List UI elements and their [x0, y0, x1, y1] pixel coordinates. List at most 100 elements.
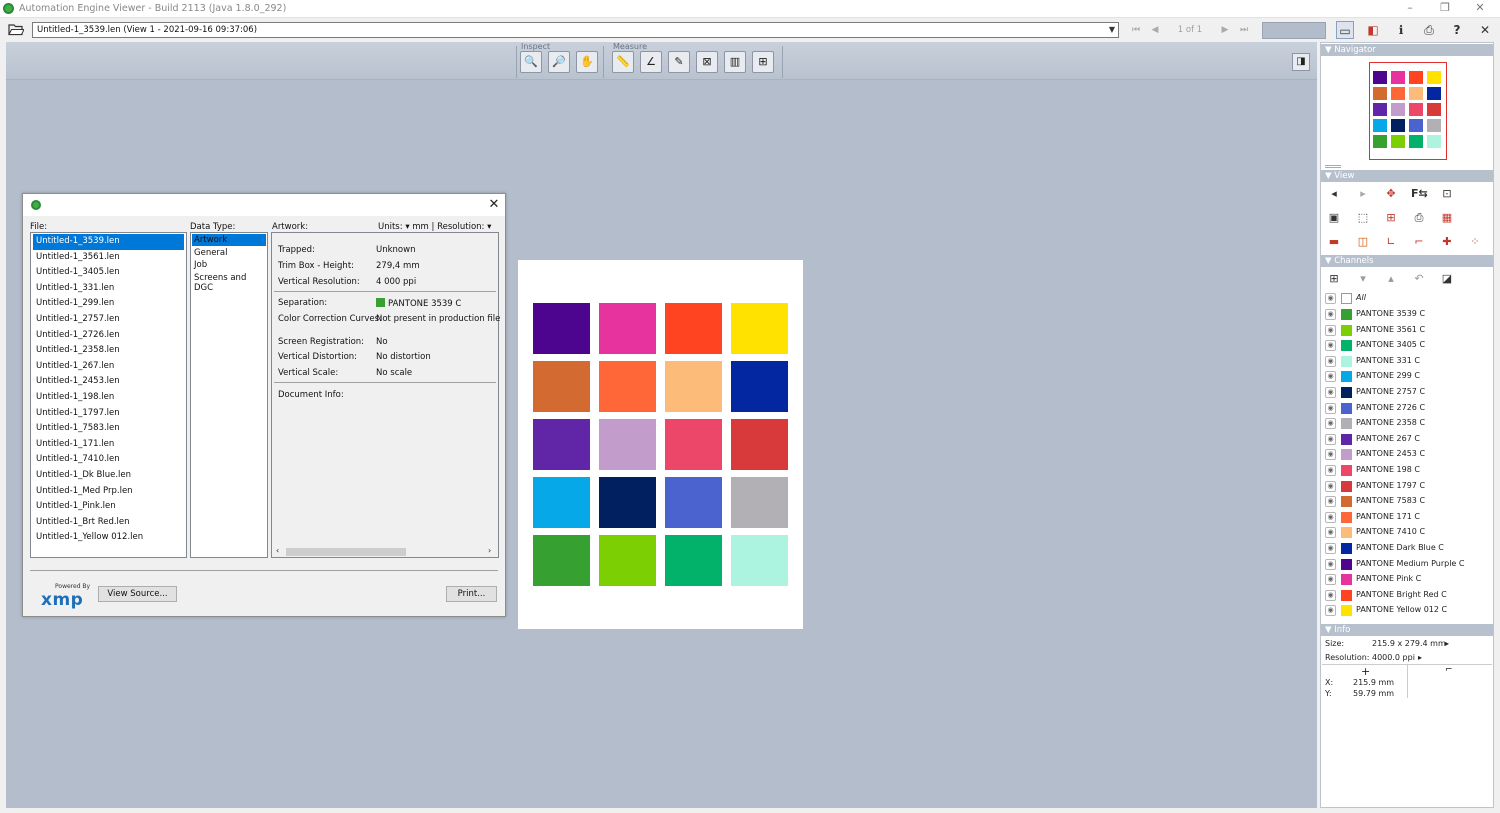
channel-row[interactable]: ◉ PANTONE Medium Purple C — [1324, 557, 1490, 573]
file-list-item[interactable]: Untitled-1_2757.len — [33, 312, 184, 328]
eye-icon[interactable]: ◉ — [1325, 465, 1336, 476]
datatype-item[interactable]: General — [192, 247, 266, 259]
info-icon[interactable]: ℹ — [1392, 21, 1410, 39]
eye-icon[interactable]: ◉ — [1325, 293, 1336, 304]
undo-icon[interactable]: ↶ — [1411, 271, 1427, 287]
eye-icon[interactable]: ◉ — [1325, 496, 1336, 508]
eye-icon[interactable]: ◉ — [1325, 387, 1336, 398]
table-icon[interactable]: ▦ — [1439, 210, 1455, 226]
eye-icon[interactable]: ◉ — [1325, 433, 1336, 445]
channel-row[interactable]: ◉ PANTONE 331 C — [1324, 354, 1490, 370]
file-list-item[interactable]: Untitled-1_7410.len — [33, 452, 184, 468]
zoom-out-icon[interactable]: 🔎 — [548, 51, 570, 73]
eye-icon[interactable]: ◉ — [1325, 511, 1336, 523]
zoom-field[interactable] — [1262, 22, 1326, 39]
view-source-button[interactable]: View Source... — [98, 586, 177, 602]
angle-icon[interactable]: ∠ — [640, 51, 662, 73]
dots-icon[interactable]: ⁘ — [1467, 234, 1483, 250]
view-header[interactable]: ▼ View — [1321, 170, 1493, 182]
graph-icon[interactable]: ⌐ — [1411, 234, 1427, 250]
eye-icon[interactable]: ◉ — [1325, 371, 1336, 383]
eye-icon[interactable]: ◉ — [1325, 324, 1336, 336]
datatype-list[interactable]: Artwork General Job Screens and DGC — [190, 232, 268, 558]
file-list-item[interactable]: Untitled-1_Dk Blue.len — [33, 468, 184, 484]
info-header[interactable]: ▼ Info — [1321, 624, 1493, 636]
channel-row[interactable]: ◉ PANTONE 2757 C — [1324, 385, 1490, 401]
eye-icon[interactable]: ◉ — [1325, 574, 1336, 586]
scroll-left-icon[interactable]: ‹ — [276, 546, 279, 555]
curve-icon[interactable]: ∟ — [1383, 234, 1399, 250]
layers-icon[interactable]: ◫ — [1355, 234, 1371, 250]
channel-row[interactable]: ◉ PANTONE 1797 C — [1324, 479, 1490, 495]
splitter-handle[interactable] — [1325, 165, 1341, 168]
barcode-icon[interactable]: ▥ — [724, 51, 746, 73]
datatype-item[interactable]: Artwork — [192, 234, 266, 246]
arrow-left-icon[interactable]: ◂ — [1326, 186, 1342, 202]
file-list-item[interactable]: Untitled-1_Pink.len — [33, 499, 184, 515]
scroll-thumb[interactable] — [286, 548, 406, 556]
channels-header[interactable]: ▼ Channels — [1321, 255, 1493, 267]
channel-row[interactable]: ◉ PANTONE 198 C — [1324, 463, 1490, 479]
grid-icon[interactable]: ⊞ — [1383, 210, 1399, 226]
eye-icon[interactable]: ◉ — [1325, 558, 1336, 570]
navigator-thumbnail[interactable] — [1369, 62, 1447, 160]
horizontal-scrollbar[interactable]: ‹ › — [274, 546, 496, 557]
next-page-icon[interactable]: ▶ — [1218, 23, 1232, 37]
navigator-header[interactable]: ▼ Navigator — [1321, 44, 1493, 56]
channel-row[interactable]: ◉ PANTONE Dark Blue C — [1324, 541, 1490, 557]
file-list-item[interactable]: Untitled-1_198.len — [33, 390, 184, 406]
file-list-item[interactable]: Untitled-1_331.len — [33, 281, 184, 297]
channel-row[interactable]: ◉ PANTONE 267 C — [1324, 432, 1490, 448]
channel-up-icon[interactable]: ▴ — [1383, 271, 1399, 287]
eye-icon[interactable]: ◉ — [1325, 309, 1336, 320]
channel-row[interactable]: ◉ PANTONE 7583 C — [1324, 494, 1490, 510]
prev-page-icon[interactable]: ◀ — [1148, 23, 1162, 37]
file-list-item[interactable]: Untitled-1_3539.len — [33, 234, 184, 250]
arrow-right-icon[interactable]: ▸ — [1355, 186, 1371, 202]
page-info-icon[interactable]: ⊡ — [1439, 186, 1455, 202]
printer-icon[interactable]: ⎙ — [1411, 210, 1427, 226]
dialog-close-button[interactable]: ✕ — [486, 197, 502, 213]
channel-row[interactable]: ◉ PANTONE Yellow 012 C — [1324, 603, 1490, 619]
flip-icon[interactable]: F⇆ — [1411, 186, 1428, 202]
file-list-item[interactable]: Untitled-1_171.len — [33, 437, 184, 453]
pan-hand-icon[interactable]: ✋ — [576, 51, 598, 73]
channel-row[interactable]: ◉ PANTONE 2453 C — [1324, 447, 1490, 463]
file-list-item[interactable]: Untitled-1_7583.len — [33, 421, 184, 437]
file-list-item[interactable]: Untitled-1_Med Prp.len — [33, 484, 184, 500]
zoom-in-icon[interactable]: 🔍 — [520, 51, 542, 73]
first-page-icon[interactable]: ⏮ — [1129, 23, 1143, 37]
channel-row[interactable]: ◉ PANTONE Bright Red C — [1324, 588, 1490, 604]
channel-row[interactable]: ◉ PANTONE 3561 C — [1324, 323, 1490, 339]
stack-icon[interactable]: ▬ — [1326, 234, 1342, 250]
channel-all-row[interactable]: ◉ All — [1324, 291, 1490, 307]
eye-icon[interactable]: ◉ — [1325, 605, 1336, 617]
eye-icon[interactable]: ◉ — [1325, 402, 1336, 414]
file-list-item[interactable]: Untitled-1_3561.len — [33, 250, 184, 266]
screen-icon[interactable]: ⊞ — [752, 51, 774, 73]
densitometer-icon[interactable]: ⊠ — [696, 51, 718, 73]
file-list-item[interactable]: Untitled-1_2453.len — [33, 374, 184, 390]
datatype-item[interactable]: Job — [192, 259, 266, 271]
channel-row[interactable]: ◉ PANTONE 7410 C — [1324, 525, 1490, 541]
eye-icon[interactable]: ◉ — [1325, 527, 1336, 539]
channel-row[interactable]: ◉ PANTONE 2726 C — [1324, 401, 1490, 417]
channel-row[interactable]: ◉ PANTONE 2358 C — [1324, 416, 1490, 432]
file-list-item[interactable]: Untitled-1_299.len — [33, 296, 184, 312]
eyedropper-icon[interactable]: ✎ — [668, 51, 690, 73]
eye-icon[interactable]: ◉ — [1325, 449, 1336, 461]
eye-icon[interactable]: ◉ — [1325, 589, 1336, 601]
datatype-item[interactable]: Screens and DGC — [192, 272, 266, 293]
size-arrow-icon[interactable]: ▸ — [1445, 639, 1449, 648]
print-icon[interactable]: ⎙ — [1420, 21, 1438, 39]
channel-row[interactable]: ◉ PANTONE 3539 C — [1324, 307, 1490, 323]
crosshair-icon[interactable]: ✚ — [1439, 234, 1455, 250]
minimize-button[interactable]: – — [1396, 1, 1424, 16]
eye-icon[interactable]: ◉ — [1325, 480, 1336, 492]
rotate-icon[interactable]: ✥ — [1383, 186, 1399, 202]
last-page-icon[interactable]: ⏭ — [1237, 23, 1251, 37]
maximize-button[interactable]: ❐ — [1431, 1, 1459, 16]
file-list-item[interactable]: Untitled-1_2726.len — [33, 328, 184, 344]
close-doc-icon[interactable]: ✕ — [1476, 21, 1494, 39]
crop-icon[interactable]: ⬚ — [1355, 210, 1371, 226]
